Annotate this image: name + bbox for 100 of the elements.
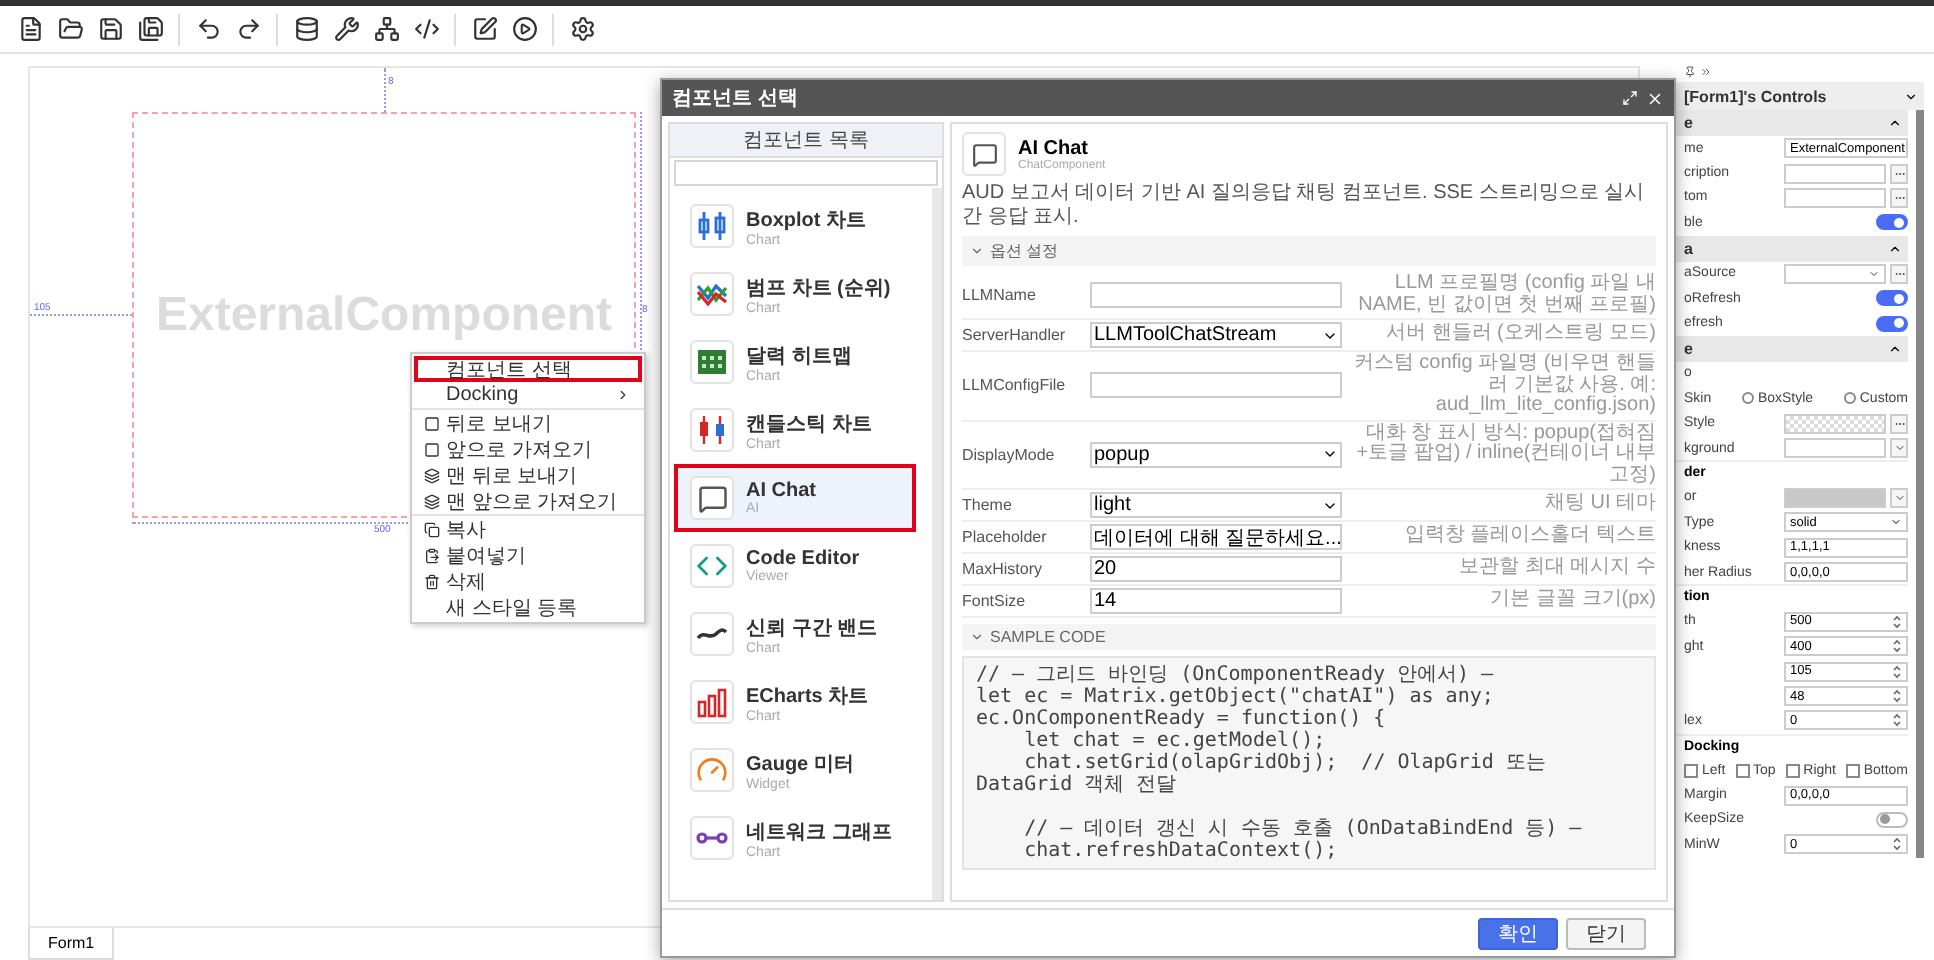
dialog-title: 컴포넌트 선택 <box>672 86 800 112</box>
section-title: a <box>1684 239 1693 258</box>
toggle-switch[interactable] <box>1876 214 1908 231</box>
option-hint: 보관할 최대 메시지 수 <box>1457 558 1656 580</box>
section-title: 옵션 설정 <box>990 240 1059 262</box>
text-field[interactable] <box>1784 163 1886 184</box>
spinner-arrows-icon[interactable] <box>1892 638 1902 655</box>
dimension-line <box>384 68 386 112</box>
pin-icon[interactable] <box>1684 66 1696 78</box>
copy-icon <box>424 521 440 537</box>
radio-button[interactable] <box>1843 392 1856 405</box>
tools-icon[interactable] <box>333 16 359 42</box>
spinner-arrows-icon[interactable] <box>1892 613 1902 630</box>
menu-item[interactable]: Docking <box>414 382 642 408</box>
form-tab[interactable]: Form1 <box>28 928 115 960</box>
text-field[interactable] <box>1784 187 1886 208</box>
dialog-button[interactable]: 확인 <box>1478 917 1558 949</box>
text-field[interactable] <box>1090 372 1342 399</box>
text-field[interactable]: 20 <box>1090 556 1342 582</box>
toggle-switch[interactable] <box>1876 315 1908 332</box>
menu-item[interactable]: 앞으로 가져오기 <box>414 436 642 462</box>
checkbox[interactable] <box>1684 763 1698 778</box>
chat-bubble-icon <box>697 483 727 513</box>
menu-item[interactable]: 컴포넌트 선택 <box>414 356 642 382</box>
text-field[interactable] <box>1090 282 1342 308</box>
menu-item[interactable]: 뒤로 보내기 <box>414 410 642 436</box>
calendar-grid-icon <box>696 346 728 378</box>
chat-bubble-icon <box>971 141 997 167</box>
menu-item[interactable]: 새 스타일 등록 <box>414 594 642 620</box>
menu-item[interactable]: 붙여넣기 <box>414 542 642 568</box>
dropdown[interactable]: popup <box>1090 441 1342 468</box>
option-hint: LLM 프로필명 (config 파일 내 NAME, 빈 값이면 첫 번째 프로필) <box>1356 274 1656 316</box>
panel-title: [Form1]'s Controls <box>1684 87 1827 105</box>
list-header-button[interactable]: 컴포넌트 목록 <box>670 124 942 158</box>
browse-button[interactable] <box>1890 263 1908 284</box>
component-description: AUD 보고서 데이터 기반 AI 질의응답 채팅 컴포넌트. SSE 스트리밍으로 실시간 응답 표시. <box>962 182 1647 230</box>
menu-item[interactable]: 삭제 <box>414 568 642 594</box>
checkbox[interactable] <box>1785 763 1800 778</box>
dropdown[interactable]: light <box>1090 492 1342 518</box>
chevron-up-icon[interactable] <box>1888 341 1902 356</box>
gauge-icon <box>696 754 728 786</box>
settings-icon[interactable] <box>569 16 595 42</box>
section-title: e <box>1684 339 1693 358</box>
option-hint: 기본 글꼴 크기(px) <box>1488 590 1656 612</box>
pattern-swatch[interactable] <box>1784 413 1886 434</box>
close-icon[interactable] <box>1646 89 1664 107</box>
redo-icon[interactable] <box>235 16 261 42</box>
menu-item[interactable]: 맨 뒤로 보내기 <box>414 462 642 488</box>
option-hint: 채팅 UI 테마 <box>1542 494 1656 516</box>
chevron-down-icon[interactable] <box>1904 89 1918 103</box>
undo-icon[interactable] <box>195 16 221 42</box>
toggle-switch[interactable] <box>1876 811 1908 828</box>
browse-button[interactable] <box>1890 187 1908 208</box>
caret-icon[interactable] <box>970 244 984 258</box>
play-icon[interactable] <box>511 16 537 42</box>
spinner-arrows-icon[interactable] <box>1892 688 1902 704</box>
bump-lines-icon <box>696 278 728 310</box>
radio-button[interactable] <box>1741 392 1754 405</box>
section-title: SAMPLE CODE <box>990 628 1106 646</box>
chevron-up-icon[interactable] <box>1888 241 1902 256</box>
chevron-up-icon[interactable] <box>1888 116 1902 130</box>
dialog-button[interactable]: 닫기 <box>1566 917 1646 949</box>
component-title: AI Chat <box>1018 137 1090 159</box>
save-all-icon[interactable] <box>137 16 163 42</box>
menu-item[interactable]: 맨 앞으로 가져오기 <box>414 488 642 514</box>
database-icon[interactable] <box>293 16 319 42</box>
checkbox[interactable] <box>1845 763 1860 778</box>
new-file-icon[interactable] <box>17 16 43 42</box>
dimension-line <box>30 314 132 316</box>
option-label: LLMConfigFile <box>962 376 1068 395</box>
color-swatch[interactable] <box>1784 438 1886 459</box>
save-icon[interactable] <box>97 16 123 42</box>
spinner-arrows-icon[interactable] <box>1892 663 1902 680</box>
option-hint: 서버 핸들러 (오케스트링 모드) <box>1384 324 1656 346</box>
checkbox[interactable] <box>1735 763 1750 778</box>
browse-button[interactable] <box>1890 163 1908 184</box>
text-field[interactable]: 데이터에 대해 질문하세요... <box>1090 524 1342 550</box>
text-field[interactable]: 14 <box>1090 588 1342 614</box>
layers-icon <box>424 467 440 483</box>
maximize-icon[interactable] <box>1622 90 1638 106</box>
dropdown[interactable]: LLMToolChatStream <box>1090 322 1342 348</box>
chevron-down-icon <box>1868 267 1880 280</box>
option-label: ServerHandler <box>962 326 1068 344</box>
color-swatch[interactable] <box>1784 487 1886 508</box>
option-label: LLMName <box>962 286 1038 304</box>
spinner-arrows-icon[interactable] <box>1892 836 1902 853</box>
hierarchy-icon[interactable] <box>373 16 399 42</box>
option-hint: 입력창 플레이스홀더 텍스트 <box>1402 526 1656 548</box>
toggle-switch[interactable] <box>1876 290 1908 307</box>
menu-item[interactable]: 복사 <box>414 516 642 542</box>
option-label: Placeholder <box>962 528 1049 546</box>
open-folder-icon[interactable] <box>57 16 83 42</box>
option-label: DisplayMode <box>962 445 1057 464</box>
edit-icon[interactable] <box>471 16 497 42</box>
option-label: Theme <box>962 496 1014 514</box>
spinner-arrows-icon[interactable] <box>1892 712 1902 729</box>
expand-icon[interactable] <box>1700 66 1712 78</box>
search-field[interactable] <box>674 160 938 186</box>
caret-icon[interactable] <box>970 630 984 644</box>
browse-button[interactable] <box>1890 413 1908 434</box>
